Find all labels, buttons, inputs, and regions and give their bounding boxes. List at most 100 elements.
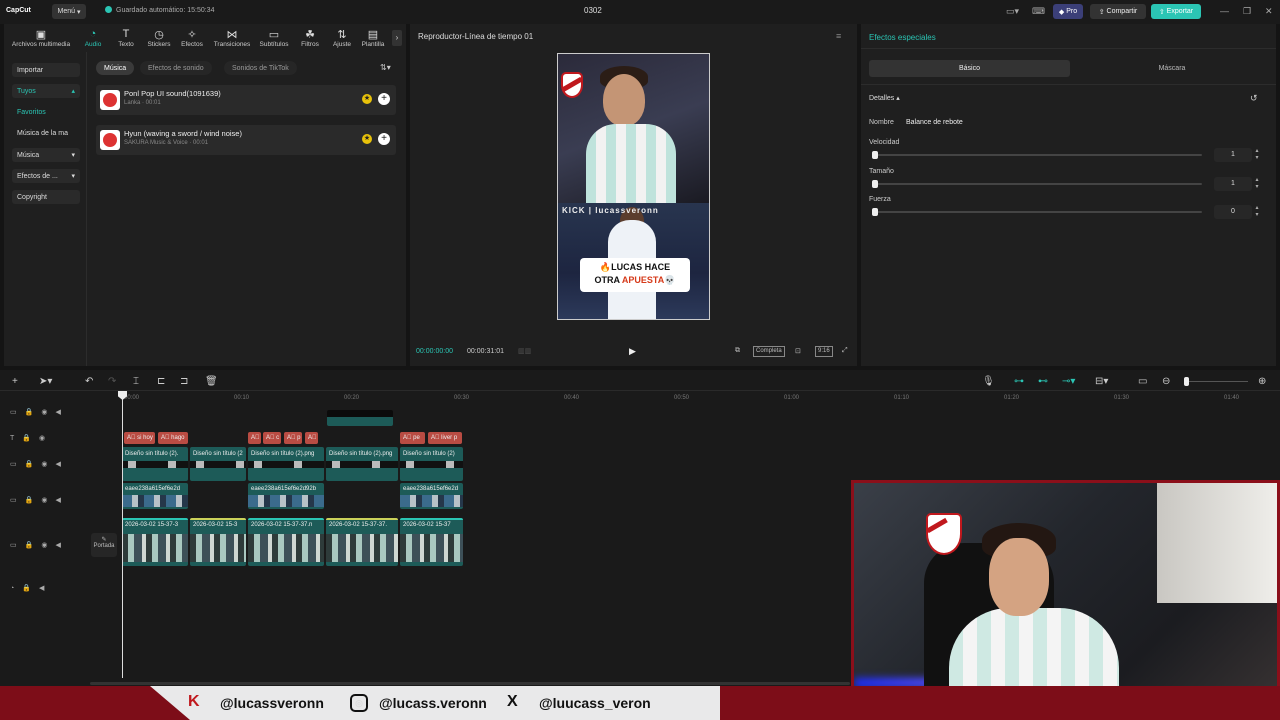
track-controls[interactable]: ▭🔒◉◀ [10,541,69,549]
screenshot-icon[interactable]: ⊡ [795,347,801,355]
tab-effects[interactable]: ✧ Efectos [172,28,212,48]
star-icon[interactable]: ★ [362,134,372,144]
magnet-icon[interactable]: ⊶ [1014,376,1024,387]
restore-icon[interactable]: ❐ [1243,6,1251,17]
text-clip[interactable]: A⃞ [305,432,318,444]
layout-icon[interactable]: ▭▾ [1006,6,1019,17]
minimize-icon[interactable]: — [1220,6,1229,16]
slider-handle[interactable] [872,151,878,159]
zoom-slider[interactable] [1184,377,1248,386]
trim-right-icon[interactable]: ⊐ [180,376,188,387]
track-controls[interactable]: ▭🔒◉◀ [10,460,69,468]
tab-template[interactable]: ▤ Plantilla [355,28,391,48]
sidebar-item-sound-effects[interactable]: Efectos de ... ▾ [12,169,80,183]
ratio-button[interactable]: 9:16 [815,346,833,357]
snap-icon[interactable]: ⊟▾ [1095,376,1108,387]
track-controls[interactable]: T🔒◉ [10,434,53,442]
redo-icon[interactable]: ↷ [108,376,116,387]
zoom-in-icon[interactable]: ⊕ [1258,376,1266,387]
list-item[interactable]: Ponl Pop UI sound(1091639) Lanka · 00:01… [96,85,396,115]
image-clip[interactable]: Diseño sin título (2).png [248,447,324,481]
sidebar-item-copyright[interactable]: Copyright [12,190,80,204]
sticker-clip[interactable] [327,410,393,426]
split-icon[interactable]: ⌶ [133,376,139,387]
track-controls[interactable]: ◔🔒◀ [10,584,52,592]
fullscreen-icon[interactable]: ⤢ [842,347,848,355]
speed-input[interactable]: 1 [1214,148,1252,162]
add-icon[interactable]: + [378,133,390,145]
sidebar-item-import[interactable]: Importar [12,63,80,77]
export-button[interactable]: ⇧ Exportar [1151,4,1201,19]
undo-icon[interactable]: ↶ [85,376,93,387]
keyboard-icon[interactable]: ⌨ [1032,6,1045,17]
main-video-clip[interactable]: 2026-03-02 15-37-37.n [248,518,324,566]
text-clip[interactable]: A⃞ liver p [428,432,462,444]
track-controls[interactable]: ▭🔒◉◀ [10,408,69,416]
select-tool-icon[interactable]: ➤▾ [39,376,52,387]
trim-left-icon[interactable]: ⊏ [157,376,165,387]
text-clip[interactable]: A⃞ c [263,432,281,444]
main-video-clip[interactable]: 2026-03-02 15-37-37. [326,518,398,566]
force-input[interactable]: 0 [1214,205,1252,219]
reset-icon[interactable]: ↺ [1250,93,1258,104]
size-input[interactable]: 1 [1214,177,1252,191]
timeline-scrollbar[interactable] [90,682,850,685]
stepper-icon[interactable]: ▴ ▾ [1253,177,1261,191]
share-button[interactable]: ⇪ Compartir [1090,4,1146,19]
sort-icon[interactable]: ⇅▾ [380,63,391,72]
sidebar-item-favorites[interactable]: Favoritos [12,105,80,119]
stepper-icon[interactable]: ▴ ▾ [1253,205,1261,219]
tab-transitions[interactable]: ⋈ Transiciones [211,28,253,48]
main-video-clip[interactable]: 2026-03-02 15-3 [190,518,246,566]
stepper-icon[interactable]: ▴ ▾ [1253,148,1261,162]
text-clip[interactable]: A⃞ [248,432,261,444]
chip-music[interactable]: Música [96,61,135,75]
ratio-crop-icon[interactable]: ⧉ [735,347,740,355]
sidebar-item-yours[interactable]: Tuyos ▴ [12,84,80,98]
zoom-out-icon[interactable]: ⊖ [1162,376,1170,387]
quality-button[interactable]: Completa [753,346,785,357]
add-icon[interactable]: + [378,93,390,105]
sidebar-item-brand-music[interactable]: Música de la ma [12,126,80,140]
tab-subtitles[interactable]: ▭ Subtítulos [254,28,294,48]
text-clip[interactable]: A⃞ p [284,432,302,444]
menu-button[interactable]: Menú ▾ [52,4,86,19]
image-clip[interactable]: Diseño sin título (2 [190,447,246,481]
cover-button[interactable]: ✎ Portada [91,533,117,557]
delete-icon[interactable]: 🗑 [205,376,218,387]
tab-mask[interactable]: Máscara [1072,60,1272,77]
microphone-icon[interactable]: 🎙 [982,376,995,387]
overlay-clip[interactable]: eaee238a615ef6e2d [122,483,188,509]
linkage-icon[interactable]: ⊷ [1038,376,1048,387]
close-icon[interactable]: ✕ [1265,6,1273,17]
video-preview[interactable]: KICK | lucassveronn 🔥LUCAS HACE OTRA APU… [557,53,710,320]
menu-icon[interactable]: ≡ [836,31,841,41]
chip-sound-effects[interactable]: Efectos de sonido [140,61,212,75]
star-icon[interactable]: ★ [362,94,372,104]
tab-media[interactable]: ▣ Archivos multimedia [6,28,76,48]
speed-slider[interactable] [872,151,1202,159]
slider-handle[interactable] [1184,377,1189,386]
track-controls[interactable]: ▭🔒◉◀ [10,496,69,504]
chevron-right-icon[interactable]: › [392,30,402,46]
pro-button[interactable]: ◆ Pro [1053,4,1083,19]
image-clip[interactable]: Diseño sin título (2) [400,447,463,481]
overlay-clip[interactable]: eaee238a615ef6e2d [400,483,463,509]
play-icon[interactable]: ▶ [629,346,636,357]
sidebar-item-music[interactable]: Música ▾ [12,148,80,162]
main-video-clip[interactable]: 2026-03-02 15-37-3 [122,518,188,566]
playhead[interactable] [122,393,123,678]
text-clip[interactable]: A⃞ pe [400,432,425,444]
add-track-icon[interactable]: + [12,376,18,387]
overlay-clip[interactable]: eaee238a615ef6e2d92b [248,483,324,509]
details-header[interactable]: Detalles ▴ [869,94,900,102]
preview-axis-icon[interactable]: ⊸▾ [1062,376,1075,387]
slider-handle[interactable] [872,208,878,216]
tab-basic[interactable]: Básico [869,60,1070,77]
text-clip[interactable]: A⃞ si hoy [124,432,155,444]
size-slider[interactable] [872,180,1202,188]
chip-tiktok-sounds[interactable]: Sonidos de TikTok [224,61,297,75]
image-clip[interactable]: Diseño sin título (2).png [326,447,398,481]
slider-handle[interactable] [872,180,878,188]
force-slider[interactable] [872,208,1202,216]
